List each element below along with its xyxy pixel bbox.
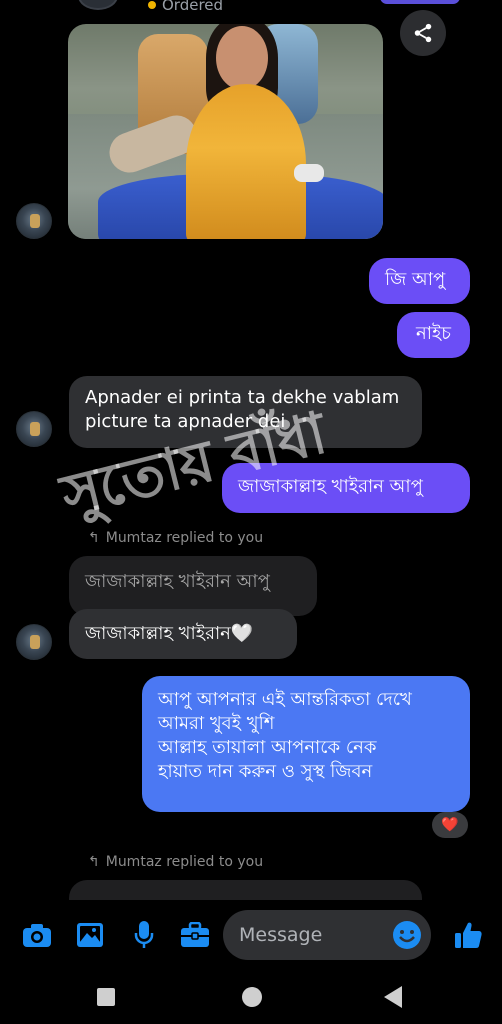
- microphone-button[interactable]: [127, 918, 161, 952]
- contact-avatar[interactable]: [16, 203, 52, 239]
- message-text: জি আপু: [385, 269, 446, 290]
- photo-woman-head: [216, 26, 268, 90]
- message-text: জাজাকাল্লাহ খাইরান🤍: [85, 623, 254, 644]
- message-text: নাইচ: [415, 323, 452, 344]
- message-text: জাজাকাল্লাহ খাইরান আপু: [238, 476, 423, 497]
- reply-arrow-icon: ↰: [88, 530, 100, 546]
- message-text-line: আমরা খুবই খুশি: [158, 713, 275, 734]
- outgoing-message[interactable]: আপু আপনার এই আন্তরিকতা দেখে আমরা খুবই খু…: [142, 676, 470, 812]
- message-text-line: আল্লাহ তায়ালা আপনাকে নেক: [158, 737, 377, 758]
- message-text-line: Apnader ei printa ta dekhe vablam: [85, 387, 400, 408]
- shared-photo[interactable]: [68, 24, 383, 239]
- contact-avatar[interactable]: [16, 411, 52, 447]
- incoming-message[interactable]: Apnader ei printa ta dekhe vablam pictur…: [69, 376, 422, 448]
- message-text-line: হায়াত দান করুন ও সুস্থ জিবন: [158, 761, 373, 782]
- reply-arrow-icon: ↰: [88, 854, 100, 870]
- photo-woman: [186, 84, 306, 239]
- emoji-icon: [393, 921, 421, 949]
- camera-button[interactable]: [20, 918, 54, 952]
- reply-label-text: Mumtaz replied to you: [105, 530, 264, 546]
- outgoing-message[interactable]: জি আপু: [369, 258, 470, 304]
- top-bubble-fragment: [380, 0, 460, 4]
- briefcase-button[interactable]: [178, 918, 212, 952]
- gallery-button[interactable]: [73, 918, 107, 952]
- contact-avatar[interactable]: [16, 624, 52, 660]
- briefcase-icon: [181, 922, 209, 947]
- camera-icon: [23, 924, 51, 947]
- heart-reaction[interactable]: ❤️: [432, 812, 468, 838]
- status-dot-icon: [148, 1, 156, 9]
- microphone-icon: [134, 921, 154, 948]
- order-status-text: Ordered: [162, 0, 224, 14]
- heart-icon: ❤️: [441, 817, 459, 833]
- reply-label-text: Mumtaz replied to you: [105, 854, 264, 870]
- top-avatar: [78, 0, 118, 10]
- reply-label: ↰ Mumtaz replied to you: [88, 854, 263, 870]
- outgoing-message[interactable]: নাইচ: [397, 312, 470, 358]
- share-button[interactable]: [400, 10, 446, 56]
- like-button[interactable]: [451, 918, 485, 952]
- outgoing-message[interactable]: জাজাকাল্লাহ খাইরান আপু: [222, 463, 470, 513]
- thumbs-up-icon: [455, 922, 482, 948]
- share-icon: [414, 23, 432, 43]
- reply-label: ↰ Mumtaz replied to you: [88, 530, 263, 546]
- incoming-message[interactable]: জাজাকাল্লাহ খাইরান🤍: [69, 609, 297, 659]
- system-nav-bar: [0, 968, 502, 1024]
- order-status: Ordered: [148, 0, 223, 14]
- quoted-message[interactable]: জাজাকাল্লাহ খাইরান আপু: [69, 556, 317, 616]
- back-icon[interactable]: [384, 986, 402, 1008]
- emoji-button[interactable]: [392, 920, 422, 950]
- message-text-line: আপু আপনার এই আন্তরিকতা দেখে: [158, 689, 412, 710]
- home-icon[interactable]: [242, 987, 262, 1007]
- photo-shoe: [294, 164, 324, 182]
- message-text-line: picture ta apnader dei: [85, 411, 286, 432]
- recents-icon[interactable]: [97, 988, 115, 1006]
- quoted-text: জাজাকাল্লাহ খাইরান আপু: [85, 571, 270, 592]
- gallery-icon: [77, 923, 103, 947]
